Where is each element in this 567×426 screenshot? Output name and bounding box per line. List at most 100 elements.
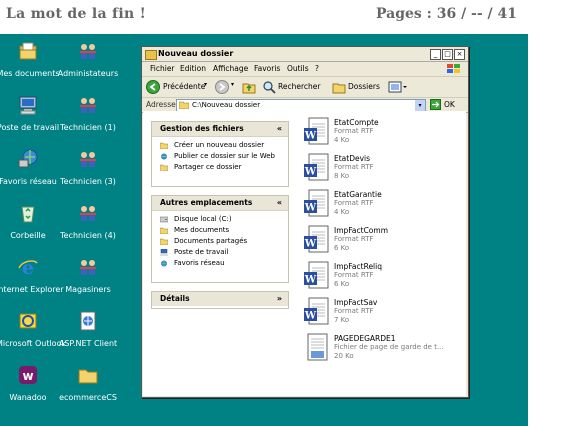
- desktop-icon-wanadoo[interactable]: w Wanadoo: [0, 364, 60, 403]
- desktop-icon-my-documents[interactable]: Mes documents: [0, 40, 60, 79]
- place-network[interactable]: Favoris réseau: [152, 258, 288, 269]
- file-item[interactable]: W ImpFactSav Format RTF 7 Ko: [299, 295, 466, 331]
- menu-edition[interactable]: Edition: [180, 62, 206, 76]
- desktop: Mes documents Poste de travail Favoris r…: [0, 34, 528, 426]
- word-doc-icon: W: [304, 225, 329, 253]
- place-shared-documents[interactable]: Documents partagés: [152, 236, 288, 247]
- file-item[interactable]: W EtatDevis Format RTF 8 Ko: [299, 151, 466, 187]
- task-publish-web[interactable]: Publier ce dossier sur le Web: [152, 151, 288, 162]
- recycle-bin-icon: [21, 206, 35, 223]
- task-new-folder[interactable]: Créer un nouveau dossier: [152, 140, 288, 151]
- desktop-icon-label: Administateurs: [57, 69, 119, 78]
- collapse-chevron-icon[interactable]: «: [277, 122, 282, 136]
- desktop-icon-technicien-3[interactable]: Technicien (3): [56, 148, 120, 187]
- file-size: 6 Ko: [334, 280, 350, 288]
- desktop-icon-recycle-bin[interactable]: Corbeille: [0, 202, 60, 241]
- up-folder-button[interactable]: [242, 80, 256, 96]
- desktop-icon-magasiners[interactable]: Magasiners: [56, 256, 120, 295]
- svg-text:W: W: [304, 239, 317, 250]
- task-label: Publier ce dossier sur le Web: [174, 152, 275, 160]
- details-panel: Détails »: [151, 291, 289, 309]
- desktop-icon-network[interactable]: Favoris réseau: [0, 148, 60, 187]
- file-type: Format RTF: [334, 199, 374, 207]
- file-name: EtatCompte: [334, 118, 379, 127]
- desktop-icon-label: Wanadoo: [9, 393, 47, 402]
- close-button[interactable]: ×: [454, 49, 465, 60]
- panel-header[interactable]: Détails »: [152, 292, 288, 306]
- address-dropdown-icon[interactable]: ▾: [415, 100, 425, 111]
- menu-fichier[interactable]: Fichier: [150, 62, 175, 76]
- word-doc-icon: W: [304, 189, 329, 217]
- hard-drive-icon: [160, 216, 168, 223]
- minimize-button[interactable]: _: [430, 49, 441, 60]
- desktop-icon-label: Microsoft Outlook: [0, 339, 67, 348]
- place-my-documents[interactable]: Mes documents: [152, 225, 288, 236]
- my-computer-icon: [160, 249, 168, 256]
- desktop-icon-label: Favoris réseau: [0, 177, 57, 186]
- panel-title: Détails: [160, 294, 190, 303]
- desktop-icon-ecommercecs[interactable]: ecommerceCS: [56, 364, 120, 403]
- task-label: Créer un nouveau dossier: [174, 141, 265, 149]
- views-button[interactable]: [388, 80, 408, 96]
- svg-text:W: W: [304, 311, 317, 322]
- file-type: Format RTF: [334, 307, 374, 315]
- svg-text:W: W: [304, 203, 317, 214]
- users-icon: [80, 260, 96, 275]
- file-size: 4 Ko: [334, 208, 350, 216]
- menu-help[interactable]: ?: [315, 62, 319, 76]
- expand-chevron-icon[interactable]: »: [277, 292, 282, 306]
- place-label: Poste de travail: [174, 248, 229, 256]
- shared-folder-icon: [160, 238, 168, 245]
- place-label: Favoris réseau: [174, 259, 225, 267]
- desktop-icon-technicien-4[interactable]: Technicien (4): [56, 202, 120, 241]
- place-local-disk[interactable]: Disque local (C:): [152, 214, 288, 225]
- place-label: Mes documents: [174, 226, 230, 234]
- desktop-icon-internet-explorer[interactable]: e Internet Explorer: [0, 256, 64, 295]
- search-label: Rechercher: [278, 82, 321, 91]
- file-item[interactable]: W ImpFactComm Format RTF 6 Ko: [299, 223, 466, 259]
- place-label: Documents partagés: [174, 237, 248, 245]
- desktop-icon-aspnet-client[interactable]: ASP.NET Client: [56, 310, 120, 349]
- panel-header[interactable]: Gestion des fichiers «: [152, 122, 288, 137]
- place-my-computer[interactable]: Poste de travail: [152, 247, 288, 258]
- file-type: Format RTF: [334, 235, 374, 243]
- users-icon: [80, 152, 96, 167]
- window-titlebar[interactable]: Nouveau dossier _ □ ×: [142, 47, 468, 62]
- file-size: 8 Ko: [334, 172, 350, 180]
- back-label: Précédente: [163, 82, 206, 91]
- desktop-icon-my-computer[interactable]: Poste de travail: [0, 94, 60, 133]
- file-tasks-panel: Gestion des fichiers « Créer un nouveau …: [151, 121, 289, 187]
- desktop-icon-label: ecommerceCS: [59, 393, 117, 402]
- file-item[interactable]: W EtatCompte Format RTF 4 Ko: [299, 115, 466, 151]
- task-share-folder[interactable]: Partager ce dossier: [152, 162, 288, 173]
- desktop-icon-label: ASP.NET Client: [58, 339, 118, 348]
- collapse-chevron-icon[interactable]: «: [277, 196, 282, 210]
- users-icon: [80, 206, 96, 221]
- file-item[interactable]: W EtatGarantie Format RTF 4 Ko: [299, 187, 466, 223]
- panel-header[interactable]: Autres emplacements «: [152, 196, 288, 211]
- menu-favoris[interactable]: Favoris: [254, 62, 280, 76]
- menu-affichage[interactable]: Affichage: [213, 62, 248, 76]
- file-name: EtatGarantie: [334, 190, 382, 199]
- desktop-icon-label: Technicien (3): [60, 177, 116, 186]
- desktop-icon-outlook[interactable]: Microsoft Outlook: [0, 310, 67, 349]
- globe-icon: [160, 153, 168, 160]
- file-item[interactable]: PAGEDEGARDE1 Fichier de page de garde de…: [299, 331, 466, 367]
- desktop-icon-technicien-1[interactable]: Technicien (1): [56, 94, 120, 133]
- chevron-down-icon[interactable]: ▾: [231, 81, 234, 88]
- menu-outils[interactable]: Outils: [287, 62, 309, 76]
- desktop-icon-label: Internet Explorer: [0, 285, 64, 294]
- desktop-icon-label: Technicien (1): [60, 123, 116, 132]
- svg-text:W: W: [304, 131, 317, 142]
- file-name: ImpFactSav: [334, 298, 378, 307]
- file-item[interactable]: W ImpFactReliq Format RTF 6 Ko: [299, 259, 466, 295]
- window-title: Nouveau dossier: [158, 49, 234, 58]
- file-name: ImpFactComm: [334, 226, 389, 235]
- svg-text:W: W: [304, 275, 317, 286]
- forward-button[interactable]: [215, 80, 229, 96]
- file-name: EtatDevis: [334, 154, 371, 163]
- desktop-icon-administateurs[interactable]: Administateurs: [56, 40, 120, 79]
- maximize-button[interactable]: □: [442, 49, 453, 60]
- toolbar: Précédente ▾ ▾ Rechercher Dossiers: [142, 77, 468, 98]
- share-icon: [160, 164, 168, 171]
